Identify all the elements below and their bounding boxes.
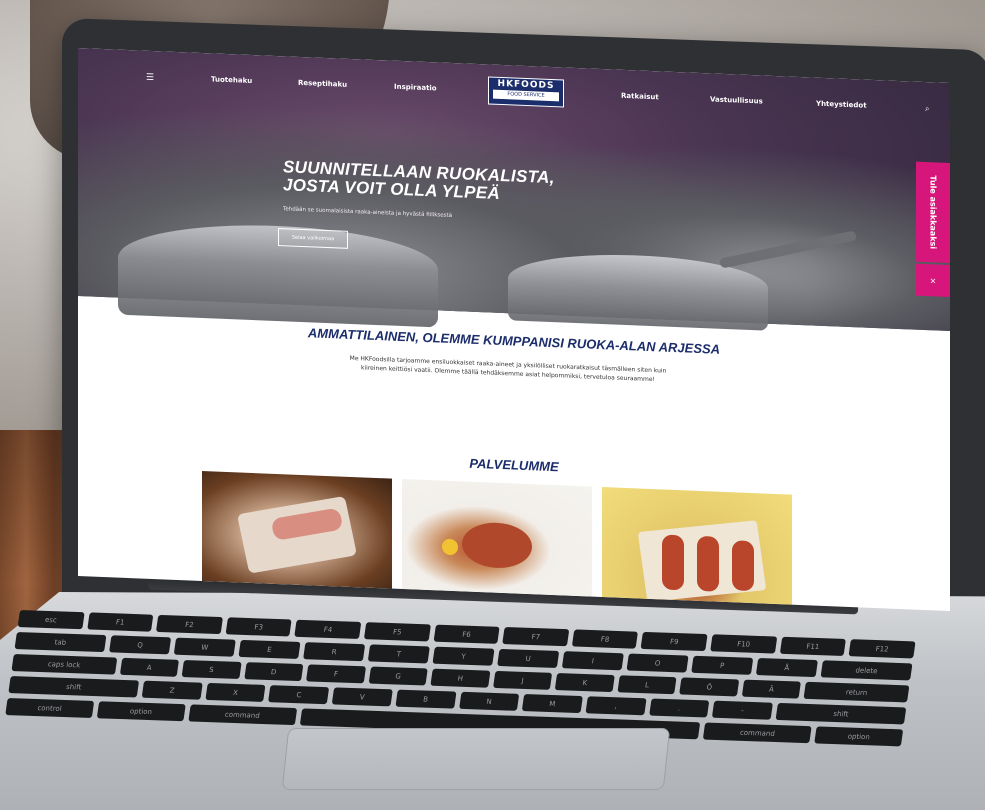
hero-title: SUUNNITELLAAN RUOKALISTA, JOSTA VOIT OLL… — [283, 157, 555, 203]
key[interactable]: F4 — [294, 619, 362, 639]
key[interactable]: Ö — [679, 677, 740, 697]
key[interactable]: O — [626, 653, 689, 673]
key[interactable]: - — [712, 700, 773, 720]
key[interactable]: F7 — [502, 627, 570, 647]
key[interactable]: P — [691, 655, 754, 675]
key[interactable]: F9 — [641, 631, 708, 652]
key[interactable]: shift — [775, 702, 907, 725]
key[interactable]: M — [522, 694, 583, 714]
laptop-screen: ☰ Tuotehaku Reseptihaku Inspiraatio HKFO… — [78, 48, 950, 612]
key[interactable]: F6 — [433, 624, 500, 644]
key[interactable]: H — [430, 668, 491, 688]
key[interactable]: R — [303, 642, 366, 662]
nav-item-vastuullisuus[interactable]: Vastuullisuus — [710, 95, 763, 105]
key[interactable]: option — [96, 701, 186, 722]
key[interactable]: F8 — [571, 629, 639, 649]
key[interactable]: F3 — [225, 617, 293, 637]
key[interactable]: F11 — [779, 636, 847, 656]
key[interactable]: K — [555, 673, 615, 693]
key[interactable]: Ä — [741, 679, 802, 699]
nav-item-inspiraatio[interactable]: Inspiraatio — [394, 83, 437, 93]
key[interactable]: shift — [8, 676, 140, 698]
hero-subtitle: Tehdään se suomalaisista raaka-aineista … — [283, 206, 453, 220]
key[interactable]: G — [368, 666, 428, 686]
key[interactable]: caps lock — [11, 654, 117, 675]
key[interactable]: X — [205, 682, 266, 702]
become-customer-label: Tule asiakkaaksi — [928, 175, 938, 250]
key[interactable]: command — [703, 722, 812, 744]
service-card-image[interactable] — [202, 470, 392, 589]
key[interactable]: F5 — [363, 622, 431, 642]
key[interactable]: C — [268, 685, 330, 705]
close-icon[interactable]: × — [916, 263, 950, 298]
key[interactable]: I — [561, 651, 624, 671]
key[interactable]: Q — [109, 635, 172, 655]
trackpad[interactable] — [281, 728, 671, 790]
key[interactable]: D — [243, 662, 304, 682]
hero-banner: ☰ Tuotehaku Reseptihaku Inspiraatio HKFO… — [78, 48, 950, 332]
key[interactable]: . — [648, 698, 710, 718]
key[interactable]: F — [306, 664, 366, 684]
key[interactable]: tab — [14, 632, 107, 653]
lemon — [442, 538, 458, 556]
key[interactable]: U — [497, 648, 560, 669]
key[interactable]: , — [585, 696, 647, 716]
nav-item-reseptihaku[interactable]: Reseptihaku — [298, 79, 347, 89]
key[interactable]: T — [367, 644, 430, 664]
become-customer-tab[interactable]: Tule asiakkaaksi — [916, 161, 950, 264]
nav-item-tuotehaku[interactable]: Tuotehaku — [211, 75, 252, 85]
key[interactable]: A — [119, 657, 180, 677]
key[interactable]: control — [5, 698, 95, 719]
key[interactable]: F12 — [848, 639, 916, 659]
key[interactable]: Y — [432, 646, 495, 666]
skewer — [732, 540, 754, 592]
key[interactable]: B — [395, 689, 457, 709]
hkfoods-logo[interactable]: HKFOODS FOOD SERVICE — [488, 76, 564, 108]
key[interactable]: esc — [17, 610, 85, 630]
skewer — [662, 534, 684, 591]
key[interactable]: F10 — [710, 634, 777, 654]
key[interactable]: S — [181, 659, 242, 679]
key[interactable]: E — [238, 639, 301, 659]
key[interactable]: F2 — [156, 614, 223, 635]
key[interactable]: delete — [820, 660, 913, 681]
pan-handle — [718, 230, 858, 269]
service-card-image[interactable] — [402, 479, 592, 597]
key[interactable]: return — [803, 681, 910, 703]
key[interactable]: J — [492, 670, 553, 690]
key[interactable]: F1 — [86, 612, 154, 632]
browse-selection-button[interactable]: Selaa valikoimaa — [278, 228, 348, 249]
skewer — [697, 535, 719, 592]
nav-item-yhteystiedot[interactable]: Yhteystiedot — [816, 100, 867, 110]
key[interactable]: command — [187, 704, 297, 726]
key[interactable]: L — [617, 675, 677, 695]
intro-paragraph: Me HKFoodsilla tarjoamme ensiluokkaiset … — [349, 354, 667, 384]
search-icon[interactable]: ⌕ — [925, 104, 929, 114]
paella-pan — [462, 521, 532, 570]
key[interactable]: Z — [141, 680, 203, 700]
hamburger-menu-icon[interactable]: ☰ — [146, 73, 154, 83]
key[interactable]: V — [331, 687, 393, 707]
key[interactable]: N — [458, 691, 520, 711]
nav-item-ratkaisut[interactable]: Ratkaisut — [621, 92, 659, 102]
key[interactable]: W — [173, 637, 236, 657]
key[interactable]: option — [814, 726, 904, 747]
key[interactable]: Å — [755, 658, 818, 678]
service-card-image[interactable] — [602, 487, 792, 605]
